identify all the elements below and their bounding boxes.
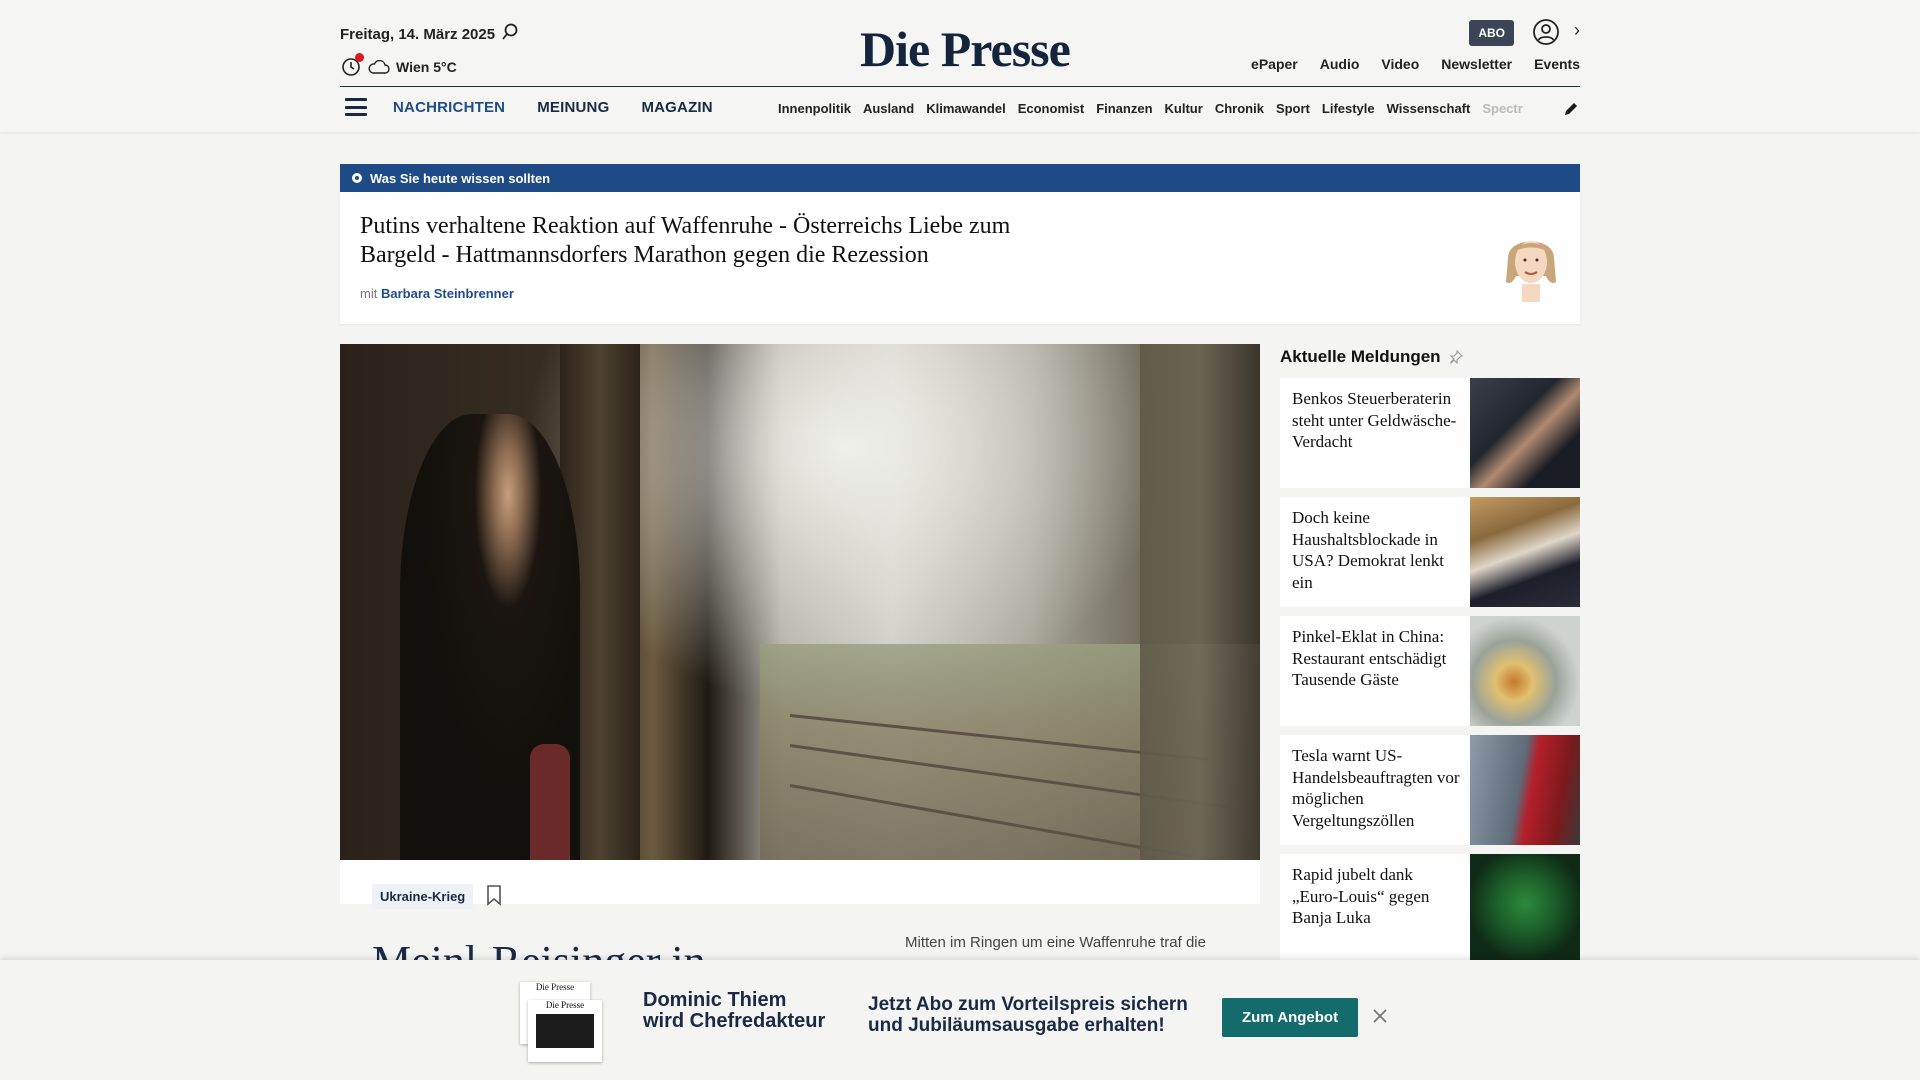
- sidebar-title: Aktuelle Meldungen: [1280, 347, 1441, 366]
- notification-dot: [355, 53, 364, 62]
- offer-button[interactable]: Zum Angebot: [1222, 998, 1359, 1037]
- news-item[interactable]: Benkos Steuerberaterin steht unter Geldw…: [1280, 378, 1580, 488]
- chevron-right-icon[interactable]: ›: [1574, 20, 1580, 41]
- news-item[interactable]: Rapid jubelt dank „Euro-Louis“ gegen Ban…: [1280, 854, 1580, 964]
- newspaper-image: Die Presse Die Presse: [520, 982, 602, 1062]
- user-icon[interactable]: [1532, 18, 1560, 46]
- nav-sub-lifestyle[interactable]: Lifestyle: [1322, 101, 1375, 116]
- banner-headline-line1: Dominic Thiem: [643, 989, 787, 1011]
- weather-text: Wien 5°C: [396, 59, 457, 75]
- main-nav: NACHRICHTEN MEINUNG MAGAZIN: [340, 98, 745, 116]
- subscription-banner: Die Presse Die Presse Dominic Thiem wird…: [0, 960, 1920, 1080]
- weather-widget[interactable]: Wien 5°C: [340, 53, 457, 78]
- daily-briefing-author: mit Barbara Steinbrenner: [360, 286, 514, 301]
- daily-briefing-label: Was Sie heute wissen sollten: [370, 170, 551, 186]
- banner-offer-line2: und Jubiläumsausgabe erhalten!: [868, 1015, 1165, 1036]
- nav-item-magazin[interactable]: MAGAZIN: [641, 99, 712, 116]
- pen-icon[interactable]: [1562, 100, 1580, 118]
- search-icon[interactable]: [500, 22, 520, 42]
- daily-briefing-bar: Was Sie heute wissen sollten: [340, 164, 1580, 192]
- daily-briefing-headline[interactable]: Putins verhaltene Reaktion auf Waffenruh…: [360, 212, 1060, 270]
- top-link-newsletter[interactable]: Newsletter: [1441, 56, 1512, 72]
- news-item[interactable]: Doch keine Haushaltsblockade in USA? Dem…: [1280, 497, 1580, 607]
- news-item-image[interactable]: [1470, 497, 1580, 607]
- nav-sub-wissenschaft[interactable]: Wissenschaft: [1387, 101, 1471, 116]
- nav-sub-ausland[interactable]: Ausland: [863, 101, 914, 116]
- top-link-epaper[interactable]: ePaper: [1251, 56, 1298, 72]
- lead-article-image[interactable]: [340, 344, 1260, 860]
- section-nav: Innenpolitik Ausland Klimawandel Economi…: [778, 101, 1523, 116]
- site-header: Freitag, 14. März 2025 Wien 5°C Die Pres…: [0, 0, 1920, 132]
- news-item-image[interactable]: [1470, 378, 1580, 488]
- nav-item-meinung[interactable]: MEINUNG: [537, 99, 609, 116]
- paper-front: Die Presse: [528, 1000, 602, 1062]
- news-item-image[interactable]: [1470, 735, 1580, 845]
- current-date: Freitag, 14. März 2025: [340, 26, 496, 43]
- nav-sub-sport[interactable]: Sport: [1276, 101, 1310, 116]
- paper-logo-back: Die Presse: [535, 982, 575, 992]
- site-logo[interactable]: Die Presse: [860, 20, 1071, 78]
- top-link-video[interactable]: Video: [1381, 56, 1419, 72]
- paper-logo-front: Die Presse: [545, 1000, 585, 1010]
- nav-sub-innenpolitik[interactable]: Innenpolitik: [778, 101, 851, 116]
- banner-offer-text: Jetzt Abo zum Vorteilspreis sichern und …: [868, 994, 1188, 1036]
- category-tag[interactable]: Ukraine-Krieg: [372, 884, 474, 909]
- sidebar-heading: Aktuelle Meldungen: [1280, 344, 1580, 370]
- top-link-audio[interactable]: Audio: [1320, 56, 1360, 72]
- nav-sub-kultur[interactable]: Kultur: [1165, 101, 1203, 116]
- news-item-title[interactable]: Tesla warnt US-Handelsbeauftragten vor m…: [1292, 745, 1460, 831]
- top-link-events[interactable]: Events: [1534, 56, 1580, 72]
- cloud-icon: [368, 60, 390, 74]
- nav-sub-economist[interactable]: Economist: [1018, 101, 1084, 116]
- news-item-title[interactable]: Pinkel-Eklat in China: Restaurant entsch…: [1292, 626, 1460, 691]
- news-item[interactable]: Pinkel-Eklat in China: Restaurant entsch…: [1280, 616, 1580, 726]
- daily-briefing-box[interactable]: Was Sie heute wissen sollten Putins verh…: [340, 164, 1580, 324]
- close-icon[interactable]: [1372, 1008, 1388, 1024]
- author-name[interactable]: Barbara Steinbrenner: [381, 286, 514, 301]
- author-prefix: mit: [360, 286, 378, 301]
- live-dot-icon: [352, 173, 362, 183]
- banner-headline: Dominic Thiem wird Chefredakteur: [643, 990, 825, 1032]
- news-item[interactable]: Tesla warnt US-Handelsbeauftragten vor m…: [1280, 735, 1580, 845]
- news-item-title[interactable]: Benkos Steuerberaterin steht unter Geldw…: [1292, 388, 1460, 453]
- menu-icon[interactable]: [345, 98, 367, 116]
- latest-news-sidebar: Aktuelle Meldungen Benkos Steuerberateri…: [1280, 344, 1580, 973]
- news-item-image[interactable]: [1470, 616, 1580, 726]
- nav-sub-spectrum[interactable]: Spectr: [1482, 101, 1522, 116]
- banner-headline-line2: wird Chefredakteur: [643, 1010, 826, 1032]
- top-links: ePaper Audio Video Newsletter Events: [1251, 56, 1580, 72]
- news-item-title[interactable]: Doch keine Haushaltsblockade in USA? Dem…: [1292, 507, 1460, 593]
- author-avatar: [1506, 241, 1556, 302]
- nav-sub-chronik[interactable]: Chronik: [1215, 101, 1264, 116]
- nav-sub-finanzen[interactable]: Finanzen: [1096, 101, 1152, 116]
- nav-sub-klimawandel[interactable]: Klimawandel: [926, 101, 1005, 116]
- header-divider: [340, 86, 1580, 87]
- news-item-title[interactable]: Rapid jubelt dank „Euro-Louis“ gegen Ban…: [1292, 864, 1460, 929]
- lead-article[interactable]: Ukraine-Krieg Meinl-Reisinger in Mitten …: [340, 344, 1260, 986]
- lead-article-teaser: Mitten im Ringen um eine Waffenruhe traf…: [905, 934, 1206, 951]
- clock-icon: [340, 53, 364, 78]
- abo-button[interactable]: ABO: [1469, 20, 1514, 46]
- pin-icon: [1449, 350, 1463, 364]
- banner-offer-line1: Jetzt Abo zum Vorteilspreis sichern: [868, 994, 1188, 1015]
- bookmark-icon[interactable]: [486, 884, 502, 906]
- news-item-image[interactable]: [1470, 854, 1580, 964]
- nav-item-nachrichten[interactable]: NACHRICHTEN: [393, 99, 505, 116]
